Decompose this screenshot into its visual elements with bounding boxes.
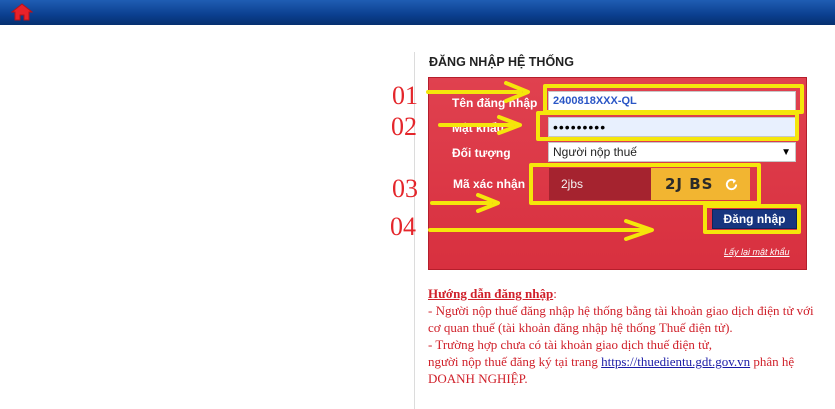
subject-label: Đối tượng <box>452 146 511 160</box>
captcha-input[interactable]: 2jbs <box>549 168 651 200</box>
password-input[interactable]: ••••••••• <box>548 117 796 137</box>
subject-select[interactable]: Người nộp thuế ▼ <box>548 142 796 162</box>
instructions-title: Hướng dẫn đăng nhập <box>428 286 554 301</box>
username-label: Tên đăng nhập <box>452 96 538 110</box>
step-number-2: 02 <box>391 112 417 141</box>
step-number-1: 01 <box>392 81 418 110</box>
captcha-text: 2J BS <box>665 175 714 193</box>
instructions-line-1: - Người nộp thuế đăng nhập hệ thống bằng… <box>428 303 814 335</box>
top-navigation-bar <box>0 0 835 25</box>
refresh-icon[interactable] <box>724 177 739 192</box>
password-label: Mật khẩu <box>452 121 505 135</box>
subject-selected-value: Người nộp thuế <box>553 145 637 159</box>
chevron-down-icon: ▼ <box>781 146 791 158</box>
instructions-line-3: người nộp thuế đăng ký tại trang https:/… <box>428 353 823 387</box>
captcha-label: Mã xác nhận <box>453 177 526 191</box>
login-instructions: Hướng dẫn đăng nhập: - Người nộp thuế đă… <box>428 285 823 387</box>
step-number-3: 03 <box>392 174 418 203</box>
step-number-4: 04 <box>390 212 416 241</box>
thuedientu-link[interactable]: https://thuedientu.gdt.gov.vn <box>601 354 750 369</box>
login-button[interactable]: Đăng nhập <box>712 209 797 229</box>
instructions-line-2: - Trường hợp chưa có tài khoản giao dịch… <box>428 337 713 352</box>
home-icon[interactable] <box>11 3 33 21</box>
instructions-heading-line: Hướng dẫn đăng nhập: <box>428 285 823 302</box>
username-input[interactable]: 2400818XXX-QL <box>548 91 796 111</box>
page-title: ĐĂNG NHẬP HỆ THỐNG <box>429 55 574 69</box>
instructions-line-3-prefix: người nộp thuế đăng ký tại trang <box>428 354 602 369</box>
instructions-colon: : <box>553 286 557 301</box>
forgot-password-link[interactable]: Lấy lại mật khẩu <box>724 247 790 257</box>
